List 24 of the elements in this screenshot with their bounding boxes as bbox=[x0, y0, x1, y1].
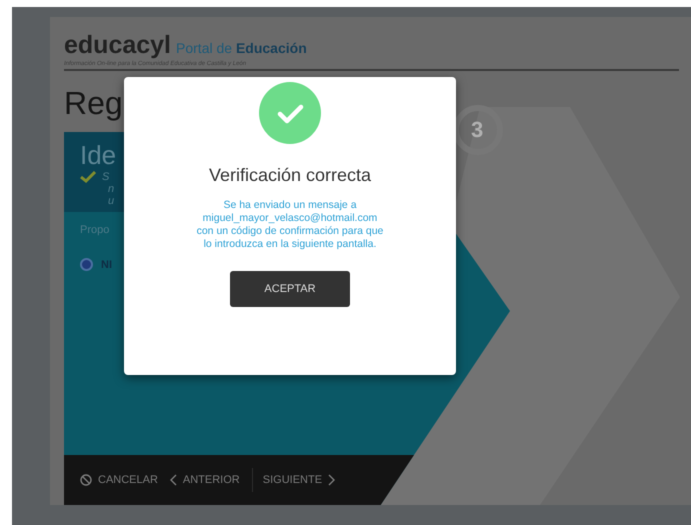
chevron-right-icon bbox=[328, 474, 336, 486]
card-title: Ide bbox=[80, 140, 116, 171]
status-text: S bbox=[102, 171, 110, 183]
dialog-title: Verificación correcta bbox=[208, 165, 372, 186]
accept-button[interactable]: ACEPTAR bbox=[230, 271, 350, 307]
cancel-icon bbox=[80, 474, 92, 486]
back-button[interactable]: ANTERIOR bbox=[170, 468, 240, 492]
prompt-text: Propo bbox=[80, 224, 110, 236]
step-number: 3 bbox=[471, 117, 484, 143]
chevron-left-icon bbox=[170, 474, 177, 486]
status-text: u bbox=[108, 195, 114, 207]
radio-button[interactable] bbox=[80, 258, 93, 271]
check-icon bbox=[80, 171, 96, 183]
next-button[interactable]: SIGUIENTE bbox=[252, 468, 336, 492]
dialog-message: lo introduzca en la siguiente pantalla. bbox=[202, 238, 378, 251]
success-check-icon bbox=[259, 82, 321, 144]
portal-name: Portal de Educación bbox=[176, 40, 307, 56]
dialog-message: con un código de confirmación para que bbox=[196, 225, 384, 238]
dialog-message: miguel_mayor_velasco@hotmail.com bbox=[202, 212, 378, 225]
status-text: n bbox=[108, 183, 114, 195]
cancel-button[interactable]: CANCELAR bbox=[80, 468, 158, 492]
brand-logo: educacyl bbox=[64, 31, 172, 59]
page-title: Reg bbox=[64, 85, 123, 122]
dialog-message: Se ha enviado un mensaje a bbox=[222, 199, 358, 212]
